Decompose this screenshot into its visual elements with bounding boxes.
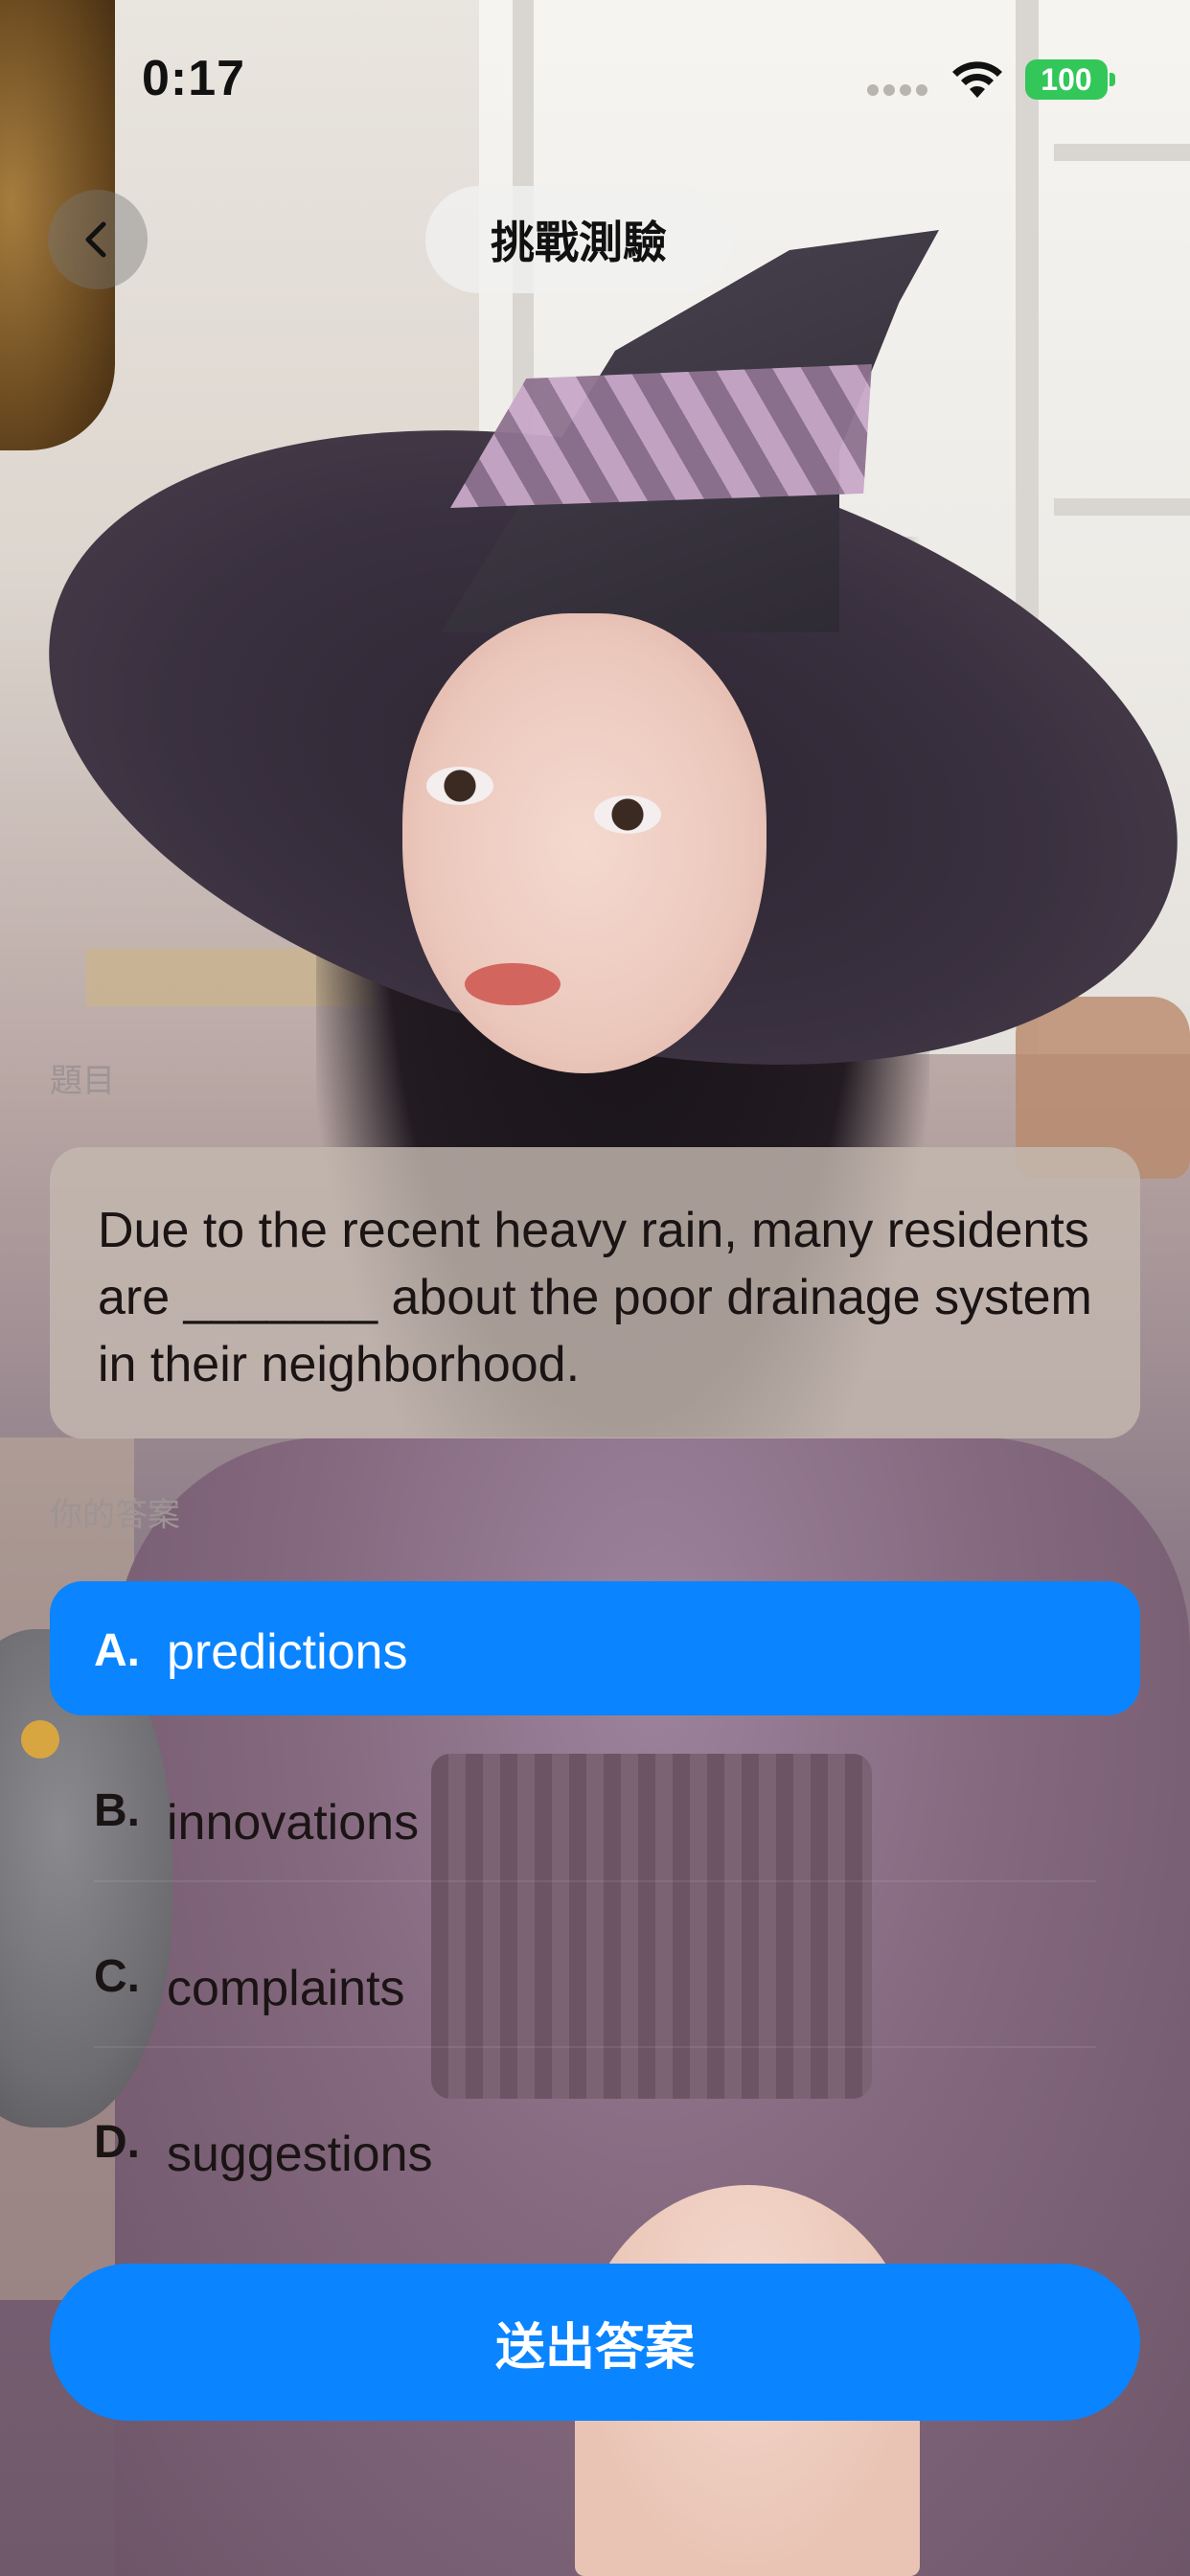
option-divider bbox=[94, 1880, 1096, 1882]
status-time: 0:17 bbox=[142, 51, 246, 106]
wifi-icon bbox=[952, 61, 1002, 98]
battery-indicator: 100 bbox=[1025, 59, 1108, 100]
option-text: innovations bbox=[167, 1795, 420, 1851]
page-title: 挑戰測驗 bbox=[425, 186, 732, 293]
option-letter: A. bbox=[94, 1625, 140, 1676]
question-label: 題目 bbox=[50, 1062, 115, 1100]
option-letter: C. bbox=[94, 1951, 140, 2002]
window-frame bbox=[1054, 498, 1190, 516]
option-text: suggestions bbox=[167, 2127, 433, 2182]
answer-label: 你的答案 bbox=[50, 1496, 180, 1534]
cellular-signal-icon bbox=[867, 84, 927, 96]
option-divider bbox=[94, 2046, 1096, 2048]
submit-button[interactable]: 送出答案 bbox=[50, 2264, 1140, 2421]
eye bbox=[594, 795, 661, 834]
option-text: complaints bbox=[167, 1961, 405, 2016]
option-letter: D. bbox=[94, 2117, 140, 2168]
question-card: Due to the recent heavy rain, many resid… bbox=[50, 1147, 1140, 1438]
question-text: Due to the recent heavy rain, many resid… bbox=[98, 1203, 1092, 1392]
chevron-left-icon bbox=[85, 221, 106, 258]
battery-cap bbox=[1110, 73, 1115, 86]
option-d[interactable]: D. suggestions bbox=[50, 2078, 1140, 2212]
face bbox=[402, 613, 767, 1073]
eye bbox=[426, 767, 493, 805]
status-bar: 0:17 100 bbox=[0, 0, 1190, 153]
option-a[interactable]: A. predictions bbox=[50, 1581, 1140, 1715]
lips bbox=[465, 963, 561, 1005]
cat-eye bbox=[21, 1720, 59, 1759]
option-c[interactable]: C. complaints bbox=[50, 1912, 1140, 2046]
option-b[interactable]: B. innovations bbox=[50, 1746, 1140, 1880]
option-text: predictions bbox=[167, 1624, 408, 1680]
option-letter: B. bbox=[94, 1785, 140, 1836]
back-button[interactable] bbox=[48, 190, 148, 289]
